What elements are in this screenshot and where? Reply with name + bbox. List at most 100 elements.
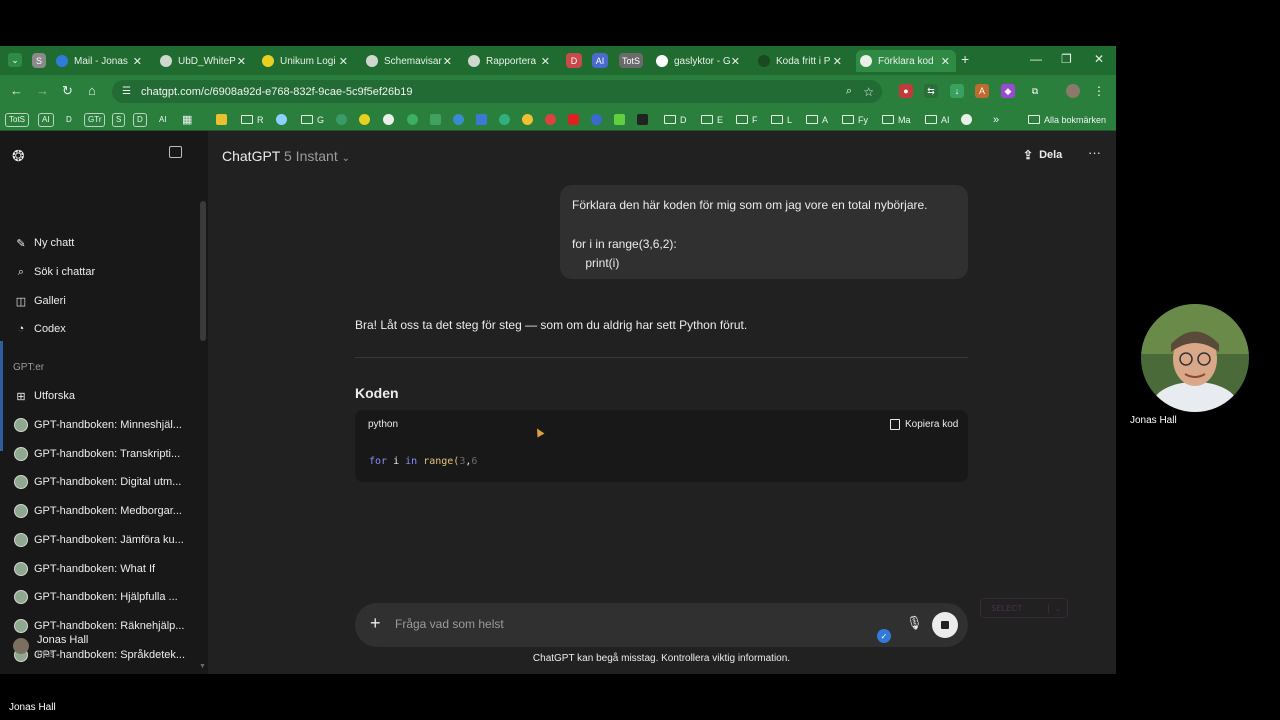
tab-search-icon[interactable]: ⌄ — [8, 53, 22, 67]
back-icon[interactable]: ← — [10, 83, 23, 98]
tab-rapportera[interactable]: Rapportera ✕ — [468, 50, 556, 72]
profile-avatar[interactable] — [1066, 84, 1080, 98]
bookmark-folder[interactable]: L — [771, 112, 792, 127]
all-bookmarks[interactable]: Alla bokmärken — [1028, 112, 1106, 127]
more-options-icon[interactable]: ··· — [1088, 145, 1101, 160]
sidebar-item-gpt[interactable]: GPT-handboken: Hjälpfulla ... — [14, 590, 178, 604]
model-selector[interactable]: ChatGPT 5 Instant ⌄ — [222, 148, 350, 164]
new-tab-button[interactable]: + — [961, 51, 969, 67]
more-bookmarks-icon[interactable]: » — [993, 112, 999, 127]
bookmark-icon[interactable] — [453, 112, 468, 127]
forward-icon[interactable]: → — [36, 83, 49, 98]
bookmark-icon[interactable] — [961, 112, 976, 127]
bookmark-folder[interactable]: A — [806, 112, 828, 127]
sidebar-item-gpt[interactable]: GPT-handboken: What If — [14, 562, 155, 576]
account-menu[interactable]: Jonas Hall Plus — [13, 634, 88, 659]
bookmark-chip[interactable]: AI — [38, 112, 54, 127]
pinned-tab[interactable]: S — [32, 53, 46, 68]
site-info-icon[interactable]: ☰ — [122, 86, 131, 97]
apps-grid-icon[interactable]: ▦ — [182, 112, 192, 127]
close-sidebar-icon[interactable] — [169, 146, 182, 158]
bookmark-folder[interactable]: AI — [925, 112, 950, 127]
close-tab-icon[interactable]: ✕ — [339, 55, 348, 68]
prompt-input[interactable] — [395, 617, 855, 631]
pinned-tab[interactable]: TotS — [619, 53, 643, 68]
extension-icon[interactable]: ◆ — [1001, 84, 1015, 98]
facebook-icon[interactable] — [591, 112, 606, 127]
youtube-icon[interactable] — [568, 112, 583, 127]
sidebar-item-gpt[interactable]: GPT-handboken: Digital utm... — [14, 475, 181, 489]
sidebar-item-gallery[interactable]: ◫ Galleri — [14, 294, 66, 308]
close-tab-icon[interactable]: ✕ — [541, 55, 550, 68]
restore-icon[interactable]: ❐ — [1061, 52, 1072, 66]
close-window-icon[interactable]: ✕ — [1094, 52, 1104, 66]
tab-google[interactable]: gaslyktor - G ✕ — [656, 50, 746, 72]
close-tab-icon[interactable]: ✕ — [731, 55, 740, 68]
bookmark-chip[interactable]: D — [133, 112, 147, 127]
bookmark-chip[interactable]: TotS — [5, 112, 30, 127]
sidebar-item-new-chat[interactable]: ✎ Ny chatt — [14, 236, 74, 250]
bookmark-icon[interactable] — [359, 112, 374, 127]
pinned-tab[interactable]: D — [566, 53, 582, 68]
extension-icon[interactable]: A — [975, 84, 989, 98]
bookmark-icon[interactable] — [383, 112, 398, 127]
bookmark-icon[interactable] — [614, 112, 629, 127]
bookmark-icon[interactable] — [336, 112, 351, 127]
extensions-puzzle-icon[interactable]: ⧉ — [1028, 84, 1042, 98]
microphone-icon[interactable]: 🎙 — [906, 615, 923, 631]
bookmark-icon[interactable] — [545, 112, 560, 127]
sidebar-item-search[interactable]: ⌕ Sök i chattar — [14, 265, 95, 279]
tab-chatgpt-active[interactable]: Förklara kod ✕ — [856, 50, 956, 72]
sidebar-item-gpt[interactable]: GPT-handboken: Jämföra ku... — [14, 533, 184, 547]
bookmark-folder[interactable]: F — [736, 112, 758, 127]
bookmark-icon[interactable] — [522, 112, 537, 127]
sidebar-item-gpt[interactable]: GPT-handboken: Räknehjälp... — [14, 619, 184, 633]
sidebar-item-gpt[interactable]: GPT-handboken: Medborgar... — [14, 504, 182, 518]
stop-generating-button[interactable] — [932, 612, 958, 638]
minimize-icon[interactable]: — — [1030, 52, 1042, 66]
sidebar-item-gpt[interactable]: GPT-handboken: Minneshjäl... — [14, 418, 182, 432]
select-overlay[interactable]: SELECT ⌄ — [980, 598, 1068, 618]
bookmark-chip[interactable]: D — [63, 112, 75, 127]
extension-icon[interactable]: ● — [899, 84, 913, 98]
bookmark-chip[interactable]: AI — [156, 112, 170, 127]
close-tab-icon[interactable]: ✕ — [443, 55, 452, 68]
zoom-icon[interactable]: ⌕ — [846, 85, 852, 98]
bookmark-star-icon[interactable]: ☆ — [863, 85, 874, 99]
bookmark-folder[interactable]: E — [701, 112, 723, 127]
extension-icon[interactable]: ↓ — [950, 84, 964, 98]
copy-code-button[interactable]: Kopiera kod — [890, 419, 958, 430]
bookmark-icon[interactable] — [476, 112, 491, 127]
extension-icon[interactable]: ⇆ — [924, 84, 938, 98]
bookmark-chip[interactable]: S — [112, 112, 126, 127]
close-tab-icon[interactable]: ✕ — [133, 55, 142, 68]
tab-schemavisare[interactable]: Schemavisar ✕ — [366, 50, 458, 72]
bookmark-icon[interactable] — [637, 112, 652, 127]
openai-logo-icon[interactable]: ❂ — [12, 147, 25, 165]
bookmark-icon[interactable] — [430, 112, 445, 127]
browser-menu-icon[interactable]: ⋮ — [1092, 84, 1106, 98]
sidebar-item-explore[interactable]: ⊞ Utforska — [14, 389, 75, 403]
bookmark-icon[interactable] — [216, 112, 231, 127]
sidebar-scrollbar[interactable] — [200, 201, 206, 341]
bookmark-folder[interactable]: Ma — [882, 112, 911, 127]
add-attachment-icon[interactable]: + — [370, 613, 381, 634]
bookmark-icon[interactable] — [499, 112, 514, 127]
share-button[interactable]: ⇪ Dela — [1023, 148, 1062, 162]
reload-icon[interactable]: ↻ — [62, 83, 73, 99]
close-tab-icon[interactable]: ✕ — [941, 55, 950, 68]
close-tab-icon[interactable]: ✕ — [237, 55, 246, 68]
bookmark-folder[interactable]: D — [664, 112, 687, 127]
sidebar-item-gpt[interactable]: GPT-handboken: Transkripti... — [14, 447, 180, 461]
bookmark-folder[interactable]: Fy — [842, 112, 868, 127]
bookmark-folder[interactable]: R — [241, 112, 264, 127]
home-icon[interactable]: ⌂ — [88, 83, 96, 98]
close-tab-icon[interactable]: ✕ — [833, 55, 842, 68]
scroll-down-icon[interactable]: ▼ — [199, 663, 206, 670]
tab-ubd[interactable]: UbD_WhiteP ✕ — [160, 50, 252, 72]
url-field[interactable]: ☰ chatgpt.com/c/6908a92d-e768-832f-9cae-… — [112, 80, 882, 103]
bookmark-icon[interactable] — [276, 112, 291, 127]
bookmark-chip[interactable]: GTr — [84, 112, 106, 127]
tab-koda[interactable]: Koda fritt i P ✕ — [758, 50, 848, 72]
tab-mail[interactable]: Mail - Jonas ✕ — [56, 50, 148, 72]
